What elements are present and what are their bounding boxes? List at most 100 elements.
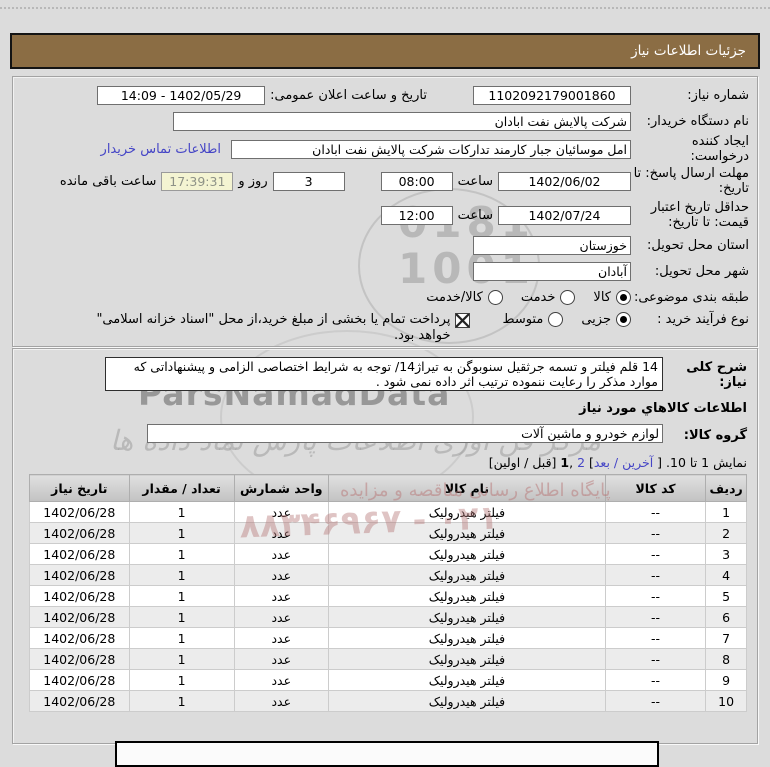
cell-quantity: 1: [128, 606, 235, 628]
buyer-contact-link[interactable]: اطلاعات تماس خریدار: [101, 142, 221, 157]
row-response-deadline: مهلت ارسال پاسخ: تا تاریخ: 1402/06/02 سا…: [21, 164, 749, 198]
cell-item-code: --: [604, 669, 707, 691]
remaining-days-field: 3: [272, 171, 345, 191]
radio-icon[interactable]: [616, 289, 631, 305]
page-title-bar: جزئیات اطلاعات نیاز: [10, 33, 760, 69]
table-row: 10 -- فیلتر هیدرولیک عدد 1 1402/06/28: [29, 690, 747, 712]
need-number-field[interactable]: 1102092179001860: [473, 85, 631, 105]
cell-item-name: فیلتر هیدرولیک: [328, 669, 606, 691]
row-goods-group: گروه کالا: لوازم خودرو و ماشین آلات: [23, 424, 747, 443]
table-row: 4 -- فیلتر هیدرولیک عدد 1 1402/06/28: [29, 564, 747, 586]
pagination-prefix: نمایش 1 تا 10. [: [653, 455, 747, 470]
radio-label: متوسط: [502, 312, 544, 327]
cell-unit: عدد: [233, 606, 330, 628]
validity-time-field[interactable]: 12:00: [380, 205, 453, 225]
row-general-description: شرح کلی نیاز: 14 قلم فیلتر و تسمه جرثقیل…: [23, 357, 747, 391]
cell-unit: عدد: [233, 669, 330, 691]
cell-item-name: فیلتر هیدرولیک: [328, 585, 606, 607]
deadline-time-field[interactable]: 08:00: [380, 171, 453, 191]
need-info-groupbox: شماره نیاز: 1102092179001860 تاریخ و ساع…: [12, 76, 758, 347]
radio-option-goods[interactable]: کالا: [593, 289, 631, 305]
goods-group-label: گروه کالا:: [683, 427, 747, 443]
cell-need-date: 1402/06/28: [29, 627, 130, 649]
cell-quantity: 1: [128, 501, 235, 523]
radio-option-medium[interactable]: متوسط: [502, 310, 564, 327]
cell-unit: عدد: [233, 522, 330, 544]
radio-option-goods-service[interactable]: کالا/خدمت: [426, 289, 503, 305]
validity-time-label: ساعت: [457, 207, 493, 223]
cell-row-number: 2: [705, 522, 747, 544]
header-item-name: نام کالا: [328, 474, 606, 502]
province-field[interactable]: خوزستان: [473, 235, 631, 255]
cell-quantity: 1: [128, 690, 235, 712]
process-type-label: نوع فرآیند خرید :: [657, 312, 749, 327]
cell-quantity: 1: [128, 585, 235, 607]
deadline-time-label: ساعت: [457, 173, 493, 189]
general-description-textarea[interactable]: 14 قلم فیلتر و تسمه جرثقیل سنوبوگن به تی…: [105, 357, 663, 391]
cell-quantity: 1: [128, 522, 235, 544]
items-section-header: اطلاعات کالاهاي مورد نیاز: [579, 401, 747, 416]
goods-group-field[interactable]: لوازم خودرو و ماشین آلات: [147, 424, 663, 443]
radio-label: خدمت: [520, 289, 556, 305]
table-header-row: ردیف کد کالا نام کالا واحد شمارش تعداد /…: [29, 474, 747, 502]
cell-unit: عدد: [233, 690, 330, 712]
cell-quantity: 1: [128, 669, 235, 691]
validity-date-field[interactable]: 1402/07/24: [498, 205, 631, 225]
buyer-name-label: نام دستگاه خریدار:: [646, 113, 749, 129]
header-quantity: تعداد / مقدار: [128, 474, 235, 502]
pagination-page-2[interactable]: 2: [577, 455, 585, 470]
days-and-label: روز و: [238, 173, 268, 189]
announce-datetime-field[interactable]: 14:09 - 1402/05/29: [97, 85, 266, 105]
header-need-date: تاریخ نیاز: [29, 474, 130, 502]
pagination: نمایش 1 تا 10. [ آخرین / بعد] 2 ,1 [قبل …: [23, 455, 747, 470]
creator-field[interactable]: امل موسائیان جبار کارمند تدارکات شرکت پا…: [231, 139, 631, 159]
row-province: استان محل تحویل: خوزستان: [21, 232, 749, 258]
classification-label: طبقه بندی موضوعی:: [633, 289, 749, 305]
deadline-label: مهلت ارسال پاسخ: تا تاریخ:: [633, 166, 749, 196]
city-field[interactable]: آبادان: [473, 261, 631, 281]
table-row: 3 -- فیلتر هیدرولیک عدد 1 1402/06/28: [29, 543, 747, 565]
radio-option-service[interactable]: خدمت: [520, 289, 576, 305]
radio-option-partial[interactable]: جزیی: [581, 310, 631, 327]
row-price-validity: حداقل تاریخ اعتبار قیمت: تا تاریخ: 1402/…: [21, 198, 749, 232]
cell-item-code: --: [604, 585, 707, 607]
radio-label: جزیی: [581, 312, 611, 327]
buyer-name-field[interactable]: شرکت پالایش نفت ابادان: [173, 111, 631, 131]
radio-icon[interactable]: [560, 289, 576, 305]
deadline-date-field[interactable]: 1402/06/02: [498, 171, 631, 191]
cell-row-number: 1: [705, 501, 747, 523]
cell-item-name: فیلتر هیدرولیک: [328, 627, 606, 649]
cell-item-name: فیلتر هیدرولیک: [328, 543, 606, 565]
radio-icon[interactable]: [616, 312, 631, 327]
cell-unit: عدد: [233, 585, 330, 607]
province-label: استان محل تحویل:: [647, 237, 749, 253]
cell-item-code: --: [604, 564, 707, 586]
radio-label: کالا/خدمت: [426, 289, 483, 305]
header-item-code: کد کالا: [604, 474, 707, 502]
table-row: 8 -- فیلتر هیدرولیک عدد 1 1402/06/28: [29, 648, 747, 670]
row-buyer-name: نام دستگاه خریدار: شرکت پالایش نفت ابادا…: [21, 108, 749, 134]
pagination-next-link[interactable]: آخرین / بعد: [594, 455, 653, 470]
radio-icon[interactable]: [548, 312, 564, 327]
cell-row-number: 5: [705, 585, 747, 607]
cell-quantity: 1: [128, 564, 235, 586]
cell-item-code: --: [604, 543, 707, 565]
pagination-suffix: [قبل / اولین]: [488, 455, 561, 470]
radio-icon[interactable]: [487, 289, 503, 305]
hours-remaining-label: ساعت باقی مانده: [59, 173, 157, 189]
table-row: 1 -- فیلتر هیدرولیک عدد 1 1402/06/28: [29, 501, 747, 523]
cell-need-date: 1402/06/28: [29, 501, 130, 523]
cell-row-number: 3: [705, 543, 747, 565]
validity-label: حداقل تاریخ اعتبار قیمت: تا تاریخ:: [650, 200, 749, 230]
treasury-checkbox-option[interactable]: پرداخت تمام یا بخشی از مبلغ خرید،از محل …: [78, 310, 471, 344]
cell-item-code: --: [604, 690, 707, 712]
countdown-timer: 17:39:31: [161, 171, 234, 191]
cell-item-name: فیلتر هیدرولیک: [328, 648, 606, 670]
creator-label: ایجاد کننده درخواست:: [690, 134, 749, 164]
radio-label: کالا: [593, 289, 611, 305]
row-classification: طبقه بندی موضوعی: کالا خدمت کالا/خدمت: [21, 284, 749, 310]
cell-need-date: 1402/06/28: [29, 690, 130, 712]
checkbox-icon[interactable]: [455, 313, 471, 328]
cell-row-number: 8: [705, 648, 747, 670]
cell-unit: عدد: [233, 627, 330, 649]
